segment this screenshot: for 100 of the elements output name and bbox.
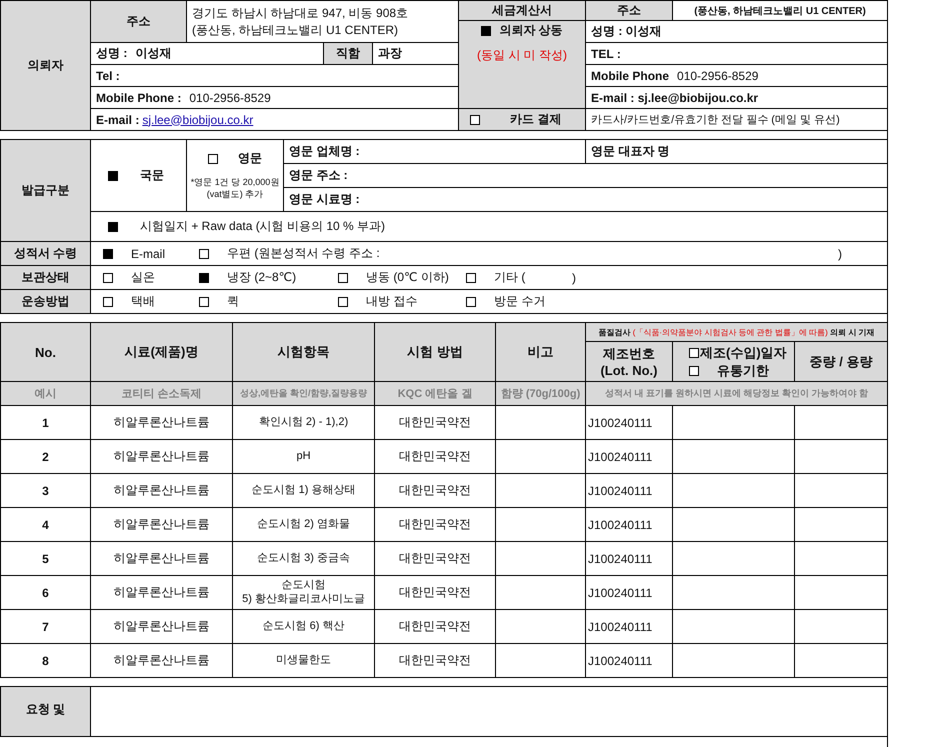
table-cell: 5	[0, 542, 90, 576]
checkbox[interactable]	[103, 248, 113, 258]
checkbox[interactable]	[208, 154, 218, 164]
table-cell: 2	[0, 440, 90, 474]
checkbox[interactable]	[689, 366, 699, 376]
issue-label: 발급구분	[0, 140, 90, 242]
raw-data-option-label: 시험일지 + Raw data (시험 비용의 10 % 부과)	[140, 218, 386, 235]
option-label: 냉동 (0℃ 이하)	[366, 269, 449, 286]
checkbox[interactable]	[466, 272, 476, 282]
checkbox[interactable]	[108, 170, 118, 180]
english-option-label: 영문	[238, 150, 262, 168]
table-cell: J100240111	[586, 610, 672, 644]
option-row-label: 운송방법	[0, 290, 90, 314]
card-note: 카드사/카드번호/유효기한 전달 필수 (메일 및 유선)	[586, 108, 888, 130]
table-cell: 대한민국약전	[374, 508, 496, 542]
table-cell: 4	[0, 508, 90, 542]
table-cell: 대한민국약전	[374, 406, 496, 440]
column-header: No.	[0, 322, 90, 382]
column-header: 유통기한	[717, 362, 769, 380]
checkbox[interactable]	[199, 272, 209, 282]
table-cell: 대한민국약전	[374, 644, 496, 678]
checkbox[interactable]	[199, 296, 209, 306]
table-cell: KQC 에탄올 겔	[374, 382, 496, 406]
representative-label: 영문 대표자 명	[586, 140, 888, 164]
checkbox[interactable]	[103, 272, 113, 282]
table-cell: 코티티 손소독제	[90, 382, 232, 406]
table-cell: 성상,에탄올 확인/함량,질량용량	[232, 382, 374, 406]
mobile-label: Mobile Phone :	[96, 90, 182, 104]
table-cell: pH	[232, 440, 374, 474]
email-link[interactable]: sj.lee@biobijou.co.kr	[142, 112, 254, 126]
option-suffix: )	[572, 270, 577, 284]
table-cell: J100240111	[586, 542, 672, 576]
column-header: 제조번호 (Lot. No.)	[586, 342, 672, 382]
table-cell: 히알루론산나트륨	[90, 576, 232, 610]
option-row-label: 성적서 수령	[0, 242, 90, 266]
table-cell: 순도시험 2) 염화물	[232, 508, 374, 542]
column-header: 시험항목	[232, 322, 374, 382]
quality-note: 품질검사 (「식품·의약품분야 시험검사 등에 관한 법률」에 따름) 의뢰 시 기재	[586, 322, 888, 342]
table-cell: 7	[0, 610, 90, 644]
invoice-mobile-value: 010-2956-8529	[677, 68, 758, 82]
table-cell: 예시	[0, 382, 90, 406]
english-field-label: 영문 업체명 :	[284, 140, 586, 164]
checkbox[interactable]	[338, 296, 348, 306]
table-cell: 히알루론산나트륨	[90, 406, 232, 440]
invoice-label: 세금계산서	[458, 0, 586, 20]
table-cell: 대한민국약전	[374, 576, 496, 610]
card-payment-label: 카드 결제	[510, 111, 562, 128]
table-cell: 순도시험 3) 중금속	[232, 542, 374, 576]
invoice-tel-label: TEL :	[586, 42, 888, 64]
option-label: 기타 (	[494, 269, 526, 286]
table-cell: 3	[0, 474, 90, 508]
table-cell: 확인시험 2) - 1),2)	[232, 406, 374, 440]
checkbox[interactable]	[338, 272, 348, 282]
english-field-label: 영문 시료명 :	[284, 188, 888, 212]
option-label: 냉장 (2~8℃)	[227, 269, 296, 286]
table-cell: J100240111	[586, 644, 672, 678]
table-cell: 히알루론산나트륨	[90, 610, 232, 644]
english-field-label: 영문 주소 :	[284, 164, 888, 188]
table-cell: 순도시험 1) 용해상태	[232, 474, 374, 508]
table-cell: 1	[0, 406, 90, 440]
checkbox[interactable]	[689, 348, 699, 358]
column-header: 비고	[496, 322, 586, 382]
table-cell: 성적서 내 표기를 원하시면 시료에 해당정보 확인이 가능하여야 함	[586, 382, 888, 406]
table-cell: 순도시험 6) 핵산	[232, 610, 374, 644]
mobile-value: 010-2956-8529	[189, 90, 271, 104]
checkbox[interactable]	[470, 114, 480, 124]
table-cell: J100240111	[586, 474, 672, 508]
checkbox[interactable]	[481, 26, 492, 36]
option-label: 실온	[131, 269, 155, 286]
table-cell: J100240111	[586, 576, 672, 610]
same-note: (동일 시 미 작성)	[476, 47, 568, 64]
checkbox[interactable]	[199, 248, 209, 258]
invoice-email: E-mail : sj.lee@biobijou.co.kr	[586, 86, 888, 108]
checkbox[interactable]	[108, 222, 118, 232]
request-label: 요청 및	[0, 686, 90, 736]
option-suffix: )	[838, 246, 843, 260]
table-cell: 대한민국약전	[374, 542, 496, 576]
email-label: E-mail :	[96, 112, 140, 126]
column-header: 제조(수입)일자	[700, 344, 787, 362]
table-cell: 6	[0, 576, 90, 610]
invoice-address-value: (풍산동, 하남테크노밸리 U1 CENTER)	[672, 0, 888, 20]
table-cell: 함량 (70g/100g)	[496, 382, 586, 406]
table-cell: 히알루론산나트륨	[90, 508, 232, 542]
requester-label: 의뢰자	[0, 0, 90, 130]
table-cell: 순도시험 5) 황산화글리코사미노글	[232, 576, 374, 610]
column-header: 중량 / 용량	[794, 342, 888, 382]
option-label: 내방 접수	[366, 293, 418, 310]
table-cell: J100240111	[586, 440, 672, 474]
address-value: 경기도 하남시 하남대로 947, 비동 908호 (풍산동, 하남테크노밸리 U1 CENTER)	[186, 0, 459, 42]
checkbox[interactable]	[103, 296, 113, 306]
invoice-address-label: 주소	[586, 0, 673, 20]
table-cell: 히알루론산나트륨	[90, 644, 232, 678]
table-cell: 히알루론산나트륨	[90, 440, 232, 474]
name-label: 성명 :	[96, 45, 128, 62]
title-label: 직함	[324, 42, 372, 64]
table-cell: 미생물한도	[232, 644, 374, 678]
address-label: 주소	[90, 0, 186, 42]
table-cell: 대한민국약전	[374, 440, 496, 474]
checkbox[interactable]	[466, 296, 476, 306]
column-header: 시험 방법	[374, 322, 496, 382]
